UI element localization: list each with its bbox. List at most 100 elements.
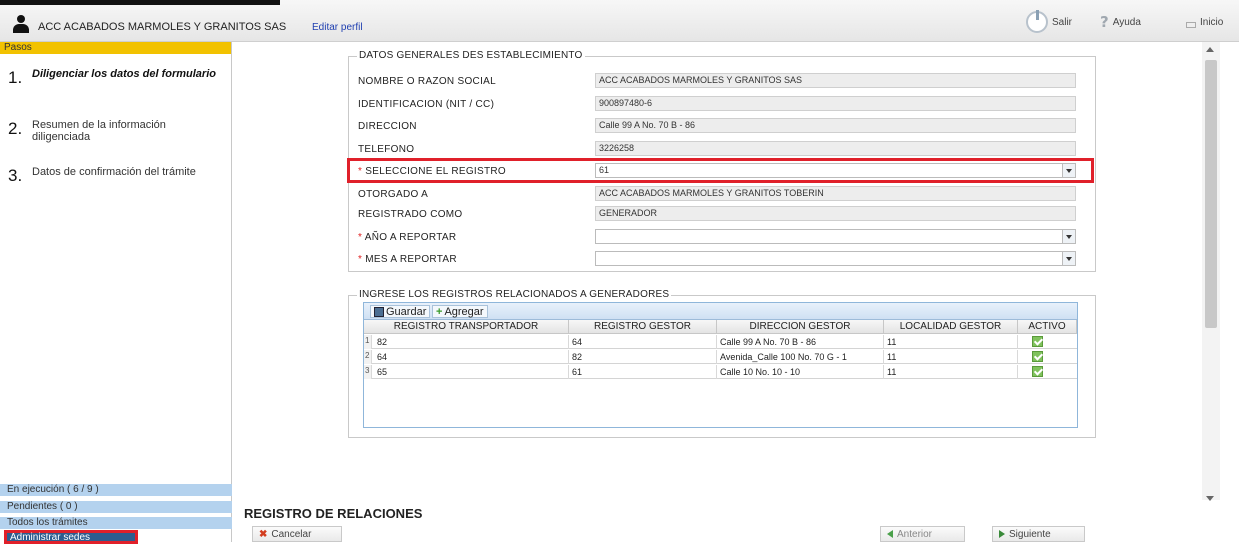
save-button[interactable]: Guardar: [370, 305, 431, 318]
top-bar: ACC ACABADOS MARMOLES Y GRANITOS SAS Edi…: [0, 0, 1239, 42]
cell-gestor[interactable]: 82: [569, 350, 717, 364]
cell-localidad[interactable]: 11: [884, 335, 1018, 349]
field-label: DIRECCION: [358, 121, 417, 132]
add-button[interactable]: + Agregar: [432, 305, 488, 318]
add-label: Agregar: [444, 305, 484, 318]
help-label: Ayuda: [1112, 16, 1141, 28]
help-icon: ?: [1100, 13, 1109, 31]
step-label: Diligenciar los datos del formulario: [32, 68, 216, 80]
table-row[interactable]: 3 65 61 Calle 10 No. 10 - 10 11: [364, 365, 1077, 379]
add-icon: +: [436, 305, 443, 318]
previous-button[interactable]: Anterior: [880, 526, 965, 542]
table-row[interactable]: 2 64 82 Avenida_Calle 100 No. 70 G - 1 1…: [364, 350, 1077, 364]
field-label: * MES A REPORTAR: [358, 254, 457, 265]
column-header-direccion[interactable]: DIRECCION GESTOR: [717, 320, 884, 334]
column-header-localidad[interactable]: LOCALIDAD GESTOR: [884, 320, 1018, 334]
cell-transportador[interactable]: 64: [374, 350, 569, 364]
save-icon: [374, 306, 384, 317]
cell-gestor[interactable]: 64: [569, 335, 717, 349]
home-label: Inicio: [1200, 16, 1224, 28]
checkbox-icon[interactable]: [1032, 366, 1043, 377]
registros-grid: Guardar + Agregar REGISTRO TRANSPORTADOR…: [363, 302, 1078, 428]
next-label: Siguiente: [1009, 528, 1051, 540]
field-registrado: REGISTRADO COMO GENERADOR: [358, 206, 1088, 224]
arrow-right-icon: [999, 530, 1005, 538]
cell-direccion[interactable]: Calle 99 A No. 70 B - 86: [717, 335, 884, 349]
steps-header: Pasos: [0, 42, 231, 54]
field-label: TELEFONO: [358, 144, 415, 155]
step-number: 3.: [8, 166, 23, 185]
field-label: * AÑO A REPORTAR: [358, 232, 457, 243]
user-icon: [12, 15, 30, 33]
cancel-icon: ✖: [259, 528, 268, 540]
mes-select[interactable]: [595, 251, 1076, 266]
cell-gestor[interactable]: 61: [569, 365, 717, 379]
grid-header: REGISTRO TRANSPORTADOR REGISTRO GESTOR D…: [364, 320, 1077, 334]
cell-direccion[interactable]: Calle 10 No. 10 - 10: [717, 365, 884, 379]
field-telefono: TELEFONO 3226258: [358, 141, 1088, 159]
scroll-thumb[interactable]: [1205, 60, 1217, 328]
general-data-legend: DATOS GENERALES DES ESTABLECIMIENTO: [357, 50, 585, 61]
step-number: 1.: [8, 68, 23, 87]
row-number: 2: [364, 350, 372, 364]
field-nombre: NOMBRE O RAZON SOCIAL ACC ACABADOS MARMO…: [358, 73, 1088, 91]
step-number: 2.: [8, 119, 23, 138]
scroll-up-icon[interactable]: [1206, 47, 1214, 52]
grid-toolbar: Guardar + Agregar: [364, 303, 1077, 320]
field-label: REGISTRADO COMO: [358, 209, 463, 220]
chevron-down-icon[interactable]: [1062, 252, 1075, 265]
sidebar-item-todos-tramites[interactable]: Todos los trámites: [0, 517, 232, 529]
column-header-transportador[interactable]: REGISTRO TRANSPORTADOR: [364, 320, 569, 334]
identificacion-value: 900897480-6: [595, 96, 1076, 111]
field-identificacion: IDENTIFICACION (NIT / CC) 900897480-6: [358, 96, 1088, 114]
sidebar-item-en-ejecucion[interactable]: En ejecución ( 6 / 9 ): [0, 484, 232, 496]
arrow-left-icon: [887, 530, 893, 538]
step-label: Resumen de la información diligenciada: [32, 119, 166, 143]
table-row[interactable]: 1 82 64 Calle 99 A No. 70 B - 86 11: [364, 335, 1077, 349]
anio-select[interactable]: [595, 229, 1076, 244]
logout-button[interactable]: Salir: [1026, 10, 1072, 34]
column-header-activo[interactable]: ACTIVO: [1018, 320, 1077, 334]
cell-direccion[interactable]: Avenida_Calle 100 No. 70 G - 1: [717, 350, 884, 364]
otorgado-value: ACC ACABADOS MARMOLES Y GRANITOS TOBERIN: [595, 186, 1076, 201]
home-button[interactable]: Inicio: [1186, 10, 1223, 34]
help-button[interactable]: ? Ayuda: [1100, 10, 1141, 34]
checkbox-icon[interactable]: [1032, 336, 1043, 347]
cell-transportador[interactable]: 65: [374, 365, 569, 379]
row-number: 3: [364, 365, 372, 379]
field-otorgado: OTORGADO A ACC ACABADOS MARMOLES Y GRANI…: [358, 186, 1088, 204]
scroll-down-icon[interactable]: [1206, 496, 1214, 501]
sidebar-item-pendientes[interactable]: Pendientes ( 0 ): [0, 501, 232, 513]
field-anio: * AÑO A REPORTAR: [358, 229, 1088, 247]
telefono-value: 3226258: [595, 141, 1076, 156]
registros-legend: INGRESE LOS REGISTROS RELACIONADOS A GEN…: [357, 289, 672, 300]
nombre-value: ACC ACABADOS MARMOLES Y GRANITOS SAS: [595, 73, 1076, 88]
cancel-button[interactable]: ✖ Cancelar: [252, 526, 342, 542]
edit-profile-link[interactable]: Editar perfil: [312, 22, 363, 33]
sidebar: Pasos 1. Diligenciar los datos del formu…: [0, 42, 232, 544]
step-label: Datos de confirmación del trámite: [32, 166, 196, 178]
column-header-gestor[interactable]: REGISTRO GESTOR: [569, 320, 717, 334]
logout-label: Salir: [1052, 16, 1073, 28]
field-direccion: DIRECCION Calle 99 A No. 70 B - 86: [358, 118, 1088, 136]
chevron-down-icon[interactable]: [1062, 230, 1075, 243]
next-button[interactable]: Siguiente: [992, 526, 1085, 542]
cell-localidad[interactable]: 11: [884, 365, 1018, 379]
main-scrollbar[interactable]: [1202, 42, 1220, 501]
company-name: ACC ACABADOS MARMOLES Y GRANITOS SAS: [38, 21, 287, 33]
field-label: NOMBRE O RAZON SOCIAL: [358, 76, 496, 87]
registro-highlight-box: [347, 158, 1094, 183]
cell-localidad[interactable]: 11: [884, 350, 1018, 364]
registrado-value: GENERADOR: [595, 206, 1076, 221]
power-icon: [1026, 10, 1048, 33]
row-number: 1: [364, 335, 372, 349]
home-icon: [1186, 22, 1196, 28]
section-title: REGISTRO DE RELACIONES: [244, 506, 423, 521]
mes-label: MES A REPORTAR: [365, 254, 457, 265]
field-label: IDENTIFICACION (NIT / CC): [358, 99, 495, 110]
cancel-label: Cancelar: [271, 528, 312, 540]
checkbox-icon[interactable]: [1032, 351, 1043, 362]
anio-label: AÑO A REPORTAR: [364, 232, 457, 243]
save-label: Guardar: [386, 305, 427, 318]
cell-transportador[interactable]: 82: [374, 335, 569, 349]
